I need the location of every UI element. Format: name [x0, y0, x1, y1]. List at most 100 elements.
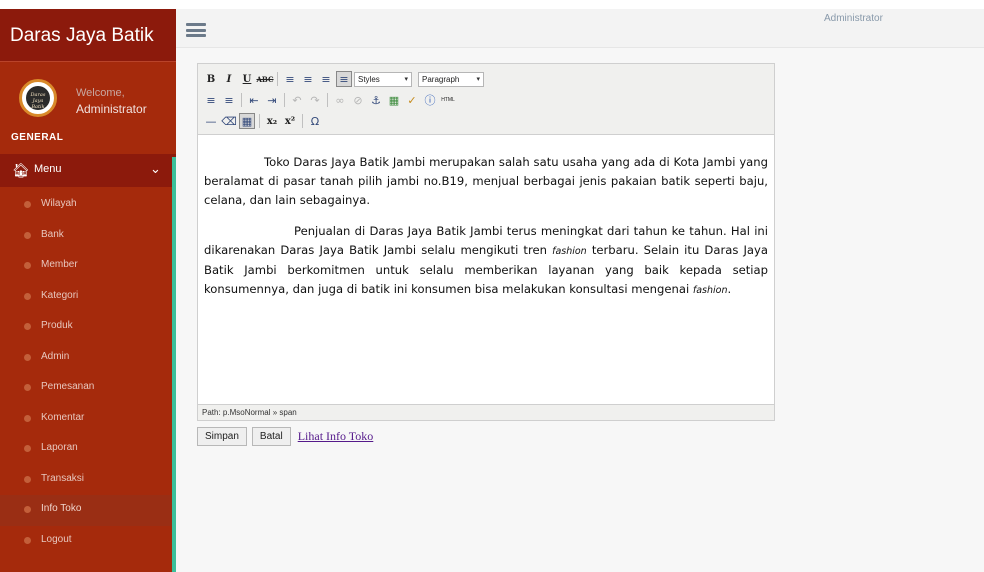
underline-button[interactable]: U	[239, 71, 255, 87]
horizontal-rule-icon[interactable]: —	[203, 113, 219, 129]
align-justify-icon[interactable]: ≡	[336, 71, 352, 87]
bullet-icon	[24, 475, 31, 483]
menu-toggle[interactable]: 🏠︎ Menu ⌄	[0, 154, 176, 187]
sidebar-item-transaksi[interactable]: Transaksi	[0, 465, 176, 496]
align-center-icon[interactable]: ≡	[300, 71, 316, 87]
top-navbar: Administrator	[176, 9, 984, 48]
anchor-icon[interactable]: ⚓	[368, 92, 384, 108]
undo-icon[interactable]: ↶	[289, 92, 305, 108]
editor-path-bar: Path: p.MsoNormal » span	[198, 404, 774, 420]
styles-select-value: Styles	[358, 74, 380, 84]
editor-content[interactable]: Toko Daras Jaya Batik Jambi merupakan sa…	[198, 135, 774, 403]
sidebar-item-komentar[interactable]: Komentar	[0, 404, 176, 435]
bullet-icon	[24, 292, 31, 300]
sidebar-item-label: Komentar	[41, 411, 85, 423]
sidebar-item-logout[interactable]: Logout	[0, 526, 176, 557]
toolbar-separator	[259, 114, 260, 128]
chevron-down-icon: ⌄	[150, 161, 161, 176]
user-name: Administrator	[76, 102, 147, 116]
sidebar-item-info-toko[interactable]: Info Toko	[0, 495, 176, 526]
brand-header[interactable]: Daras Jaya Batik	[0, 9, 176, 61]
home-icon: 🏠︎	[12, 162, 30, 178]
sidebar-item-produk[interactable]: Produk	[0, 312, 176, 343]
image-icon[interactable]: ▦	[386, 92, 402, 108]
hamburger-icon[interactable]	[186, 23, 206, 37]
bullet-icon	[24, 384, 31, 391]
toolbar-separator	[284, 93, 285, 107]
sidebar-item-label: Logout	[41, 533, 72, 545]
sidebar-item-label: Laporan	[41, 442, 78, 453]
align-right-icon[interactable]: ≡	[318, 71, 334, 87]
bullet-icon	[24, 353, 31, 361]
sidebar-item-label: Info Toko	[41, 503, 82, 514]
bullet-list-icon[interactable]: ≡	[203, 92, 219, 108]
toolbar-row-3: — ⌫ ▦ x₂ x² Ω	[203, 112, 325, 130]
paragraph-2: Penjualan di Daras Jaya Batik Jambi teru…	[204, 222, 768, 300]
sidebar-item-label: Kategori	[41, 289, 79, 301]
unlink-icon[interactable]: ⊘	[350, 92, 366, 108]
bullet-icon	[24, 506, 31, 513]
sidebar-item-label: Pemesanan	[41, 381, 95, 392]
redo-icon[interactable]: ↷	[307, 92, 323, 108]
italic-button[interactable]: I	[221, 71, 237, 87]
numbered-list-icon[interactable]: ≡	[221, 92, 237, 108]
dropdown-arrow-icon: ▾	[476, 75, 480, 83]
strikethrough-button[interactable]: ABC	[256, 71, 273, 87]
bullet-icon	[24, 414, 31, 422]
bullet-icon	[24, 536, 31, 544]
bullet-icon	[24, 201, 31, 208]
html-button[interactable]: HTML	[440, 92, 456, 108]
sidebar-item-label: Transaksi	[41, 472, 84, 484]
sidebar-item-admin[interactable]: Admin	[0, 343, 176, 374]
sidebar-item-label: Produk	[41, 320, 73, 331]
format-select-value: Paragraph	[422, 74, 460, 84]
toolbar-separator	[241, 93, 242, 107]
sidebar: Daras Jaya Batik Daras Jaya Batik Welcom…	[0, 9, 176, 572]
paragraph-1: Toko Daras Jaya Batik Jambi merupakan sa…	[204, 153, 768, 210]
bullet-icon	[24, 262, 31, 269]
toolbar-separator	[327, 93, 328, 107]
bullet-icon	[24, 323, 31, 330]
toolbar-row-1: B I U ABC ≡ ≡ ≡ ≡ Styles ▾ Paragraph ▾	[203, 70, 490, 88]
form-actions: Simpan Batal Lihat Info Toko	[197, 426, 373, 446]
rich-text-editor: B I U ABC ≡ ≡ ≡ ≡ Styles ▾ Paragraph ▾ ≡ ≡…	[197, 63, 775, 421]
sidebar-item-label: Bank	[41, 228, 64, 240]
sidebar-item-kategori[interactable]: Kategori	[0, 282, 176, 313]
sidebar-item-wilayah[interactable]: Wilayah	[0, 190, 176, 221]
styles-select[interactable]: Styles ▾	[354, 71, 412, 87]
outdent-icon[interactable]: ⇤	[246, 92, 262, 108]
sidebar-item-pemesanan[interactable]: Pemesanan	[0, 373, 176, 404]
format-select[interactable]: Paragraph ▾	[418, 71, 484, 87]
sidebar-item-member[interactable]: Member	[0, 251, 176, 282]
help-icon[interactable]: ⓘ	[422, 92, 438, 108]
user-menu[interactable]: Administrator	[824, 13, 883, 24]
view-store-info-link[interactable]: Lihat Info Toko	[298, 429, 374, 444]
sidebar-item-bank[interactable]: Bank	[0, 221, 176, 252]
toolbar-separator	[277, 72, 278, 86]
special-char-icon[interactable]: Ω	[307, 113, 323, 129]
emphasis-fashion: fashion	[552, 246, 587, 257]
menu-list: Wilayah Bank Member Kategori Produk Admi…	[0, 190, 176, 556]
sidebar-item-label: Wilayah	[41, 198, 77, 209]
save-button[interactable]: Simpan	[197, 426, 247, 446]
link-icon[interactable]: ∞	[332, 92, 348, 108]
paragraph-1-text: Toko Daras Jaya Batik Jambi merupakan sa…	[204, 155, 768, 207]
subscript-button[interactable]: x₂	[264, 113, 280, 129]
sidebar-item-label: Member	[41, 259, 78, 270]
table-icon[interactable]: ▦	[239, 113, 255, 129]
sidebar-item-label: Admin	[41, 350, 70, 362]
indent-icon[interactable]: ⇥	[264, 92, 280, 108]
remove-format-icon[interactable]: ⌫	[221, 113, 237, 129]
superscript-button[interactable]: x²	[282, 113, 298, 129]
dropdown-arrow-icon: ▾	[404, 75, 408, 83]
align-left-icon[interactable]: ≡	[282, 71, 298, 87]
cleanup-icon[interactable]: ✓	[404, 92, 420, 108]
cancel-button[interactable]: Batal	[251, 426, 291, 446]
bold-button[interactable]: B	[203, 71, 219, 87]
emphasis-fashion: fashion	[692, 285, 728, 296]
paragraph-2-text-c: .	[727, 282, 732, 296]
toolbar-separator	[302, 114, 303, 128]
app-title[interactable]: Daras Jaya Batik	[10, 25, 154, 47]
sidebar-item-laporan[interactable]: Laporan	[0, 434, 176, 465]
menu-label: Menu	[34, 163, 62, 175]
